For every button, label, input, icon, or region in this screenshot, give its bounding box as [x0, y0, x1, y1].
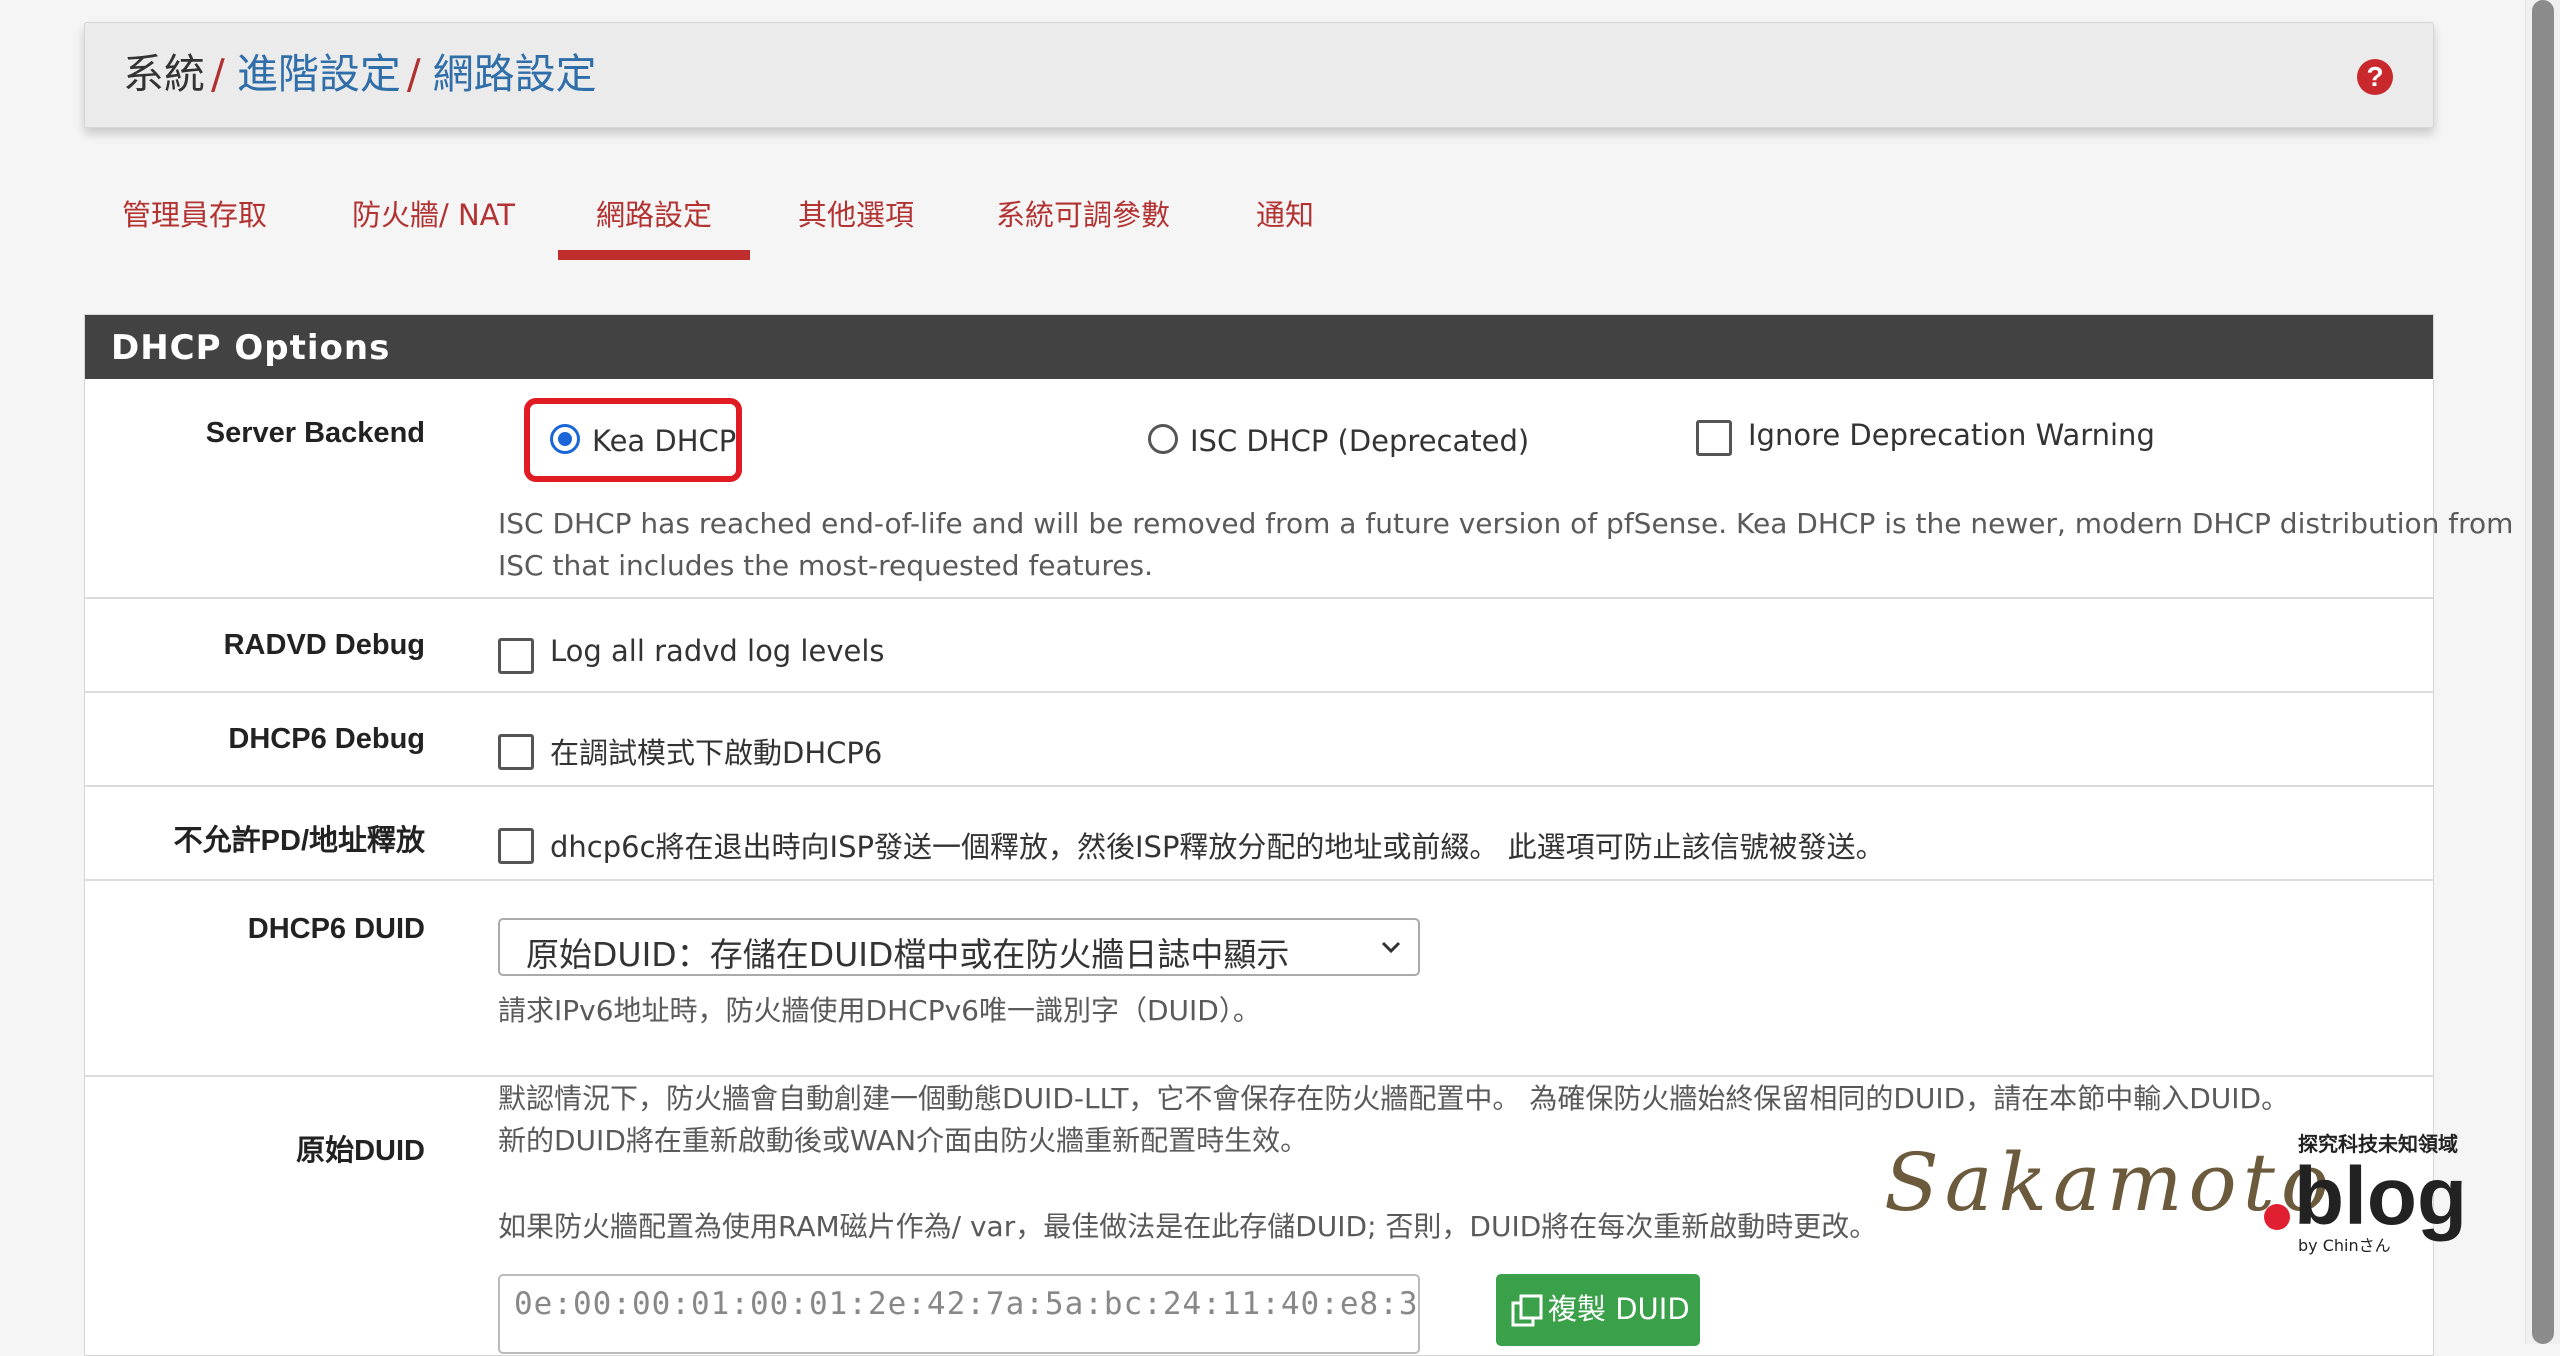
row-dhcp6-debug: DHCP6 Debug — [85, 691, 2433, 787]
radvd-debug-checkbox[interactable] — [498, 638, 534, 674]
dhcp6-debug-checkbox[interactable] — [498, 734, 534, 770]
server-backend-help-1: ISC DHCP has reached end-of-life and wil… — [498, 507, 2514, 540]
duid-help-2: 默認情況下，防火牆會自動創建一個動態DUID-LLT，它不會保存在防火牆配置中。… — [498, 1082, 2290, 1115]
panel-title: DHCP Options — [85, 315, 2433, 379]
no-release-option: dhcp6c將在退出時向ISP發送一個釋放，然後ISP釋放分配的地址或前綴。 此… — [550, 830, 1885, 864]
tab-networking[interactable]: 網路設定 — [558, 180, 751, 260]
dhcp6-debug-option: 在調試模式下啟動DHCP6 — [550, 736, 883, 770]
breadcrumb-networking[interactable]: 網路設定 — [433, 50, 597, 98]
breadcrumb: 系統 / 進階設定 / 網路設定 — [123, 47, 597, 101]
watermark-logo: Sakamoto 探究科技未知領域 blog by Chinさん — [1884, 1132, 2468, 1256]
tab-notifications[interactable]: 通知 — [1218, 180, 1352, 250]
row-dhcp6-duid: DHCP6 DUID — [85, 879, 2433, 1077]
row-server-backend: Server Backend — [85, 381, 2433, 599]
ignore-warning-checkbox[interactable] — [1696, 420, 1732, 456]
isc-dhcp-label: ISC DHCP (Deprecated) — [1190, 424, 1530, 458]
help-icon[interactable]: ? — [2357, 59, 2393, 95]
highlight-annotation — [524, 398, 742, 482]
tab-miscellaneous[interactable]: 其他選項 — [760, 180, 952, 250]
raw-duid-label: 原始DUID — [296, 1135, 425, 1167]
tab-admin-access[interactable]: 管理員存取 — [84, 180, 305, 250]
watermark-dot — [2264, 1204, 2290, 1230]
breadcrumb-separator: / — [406, 50, 421, 98]
breadcrumb-panel: 系統 / 進階設定 / 網路設定 ? — [84, 22, 2434, 128]
no-release-label: 不允許PD/地址釋放 — [173, 825, 425, 857]
duid-help-1: 請求IPv6地址時，防火牆使用DHCPv6唯一識別字（DUID）。 — [498, 994, 1261, 1027]
dhcp6-debug-label: DHCP6 Debug — [228, 723, 425, 755]
copy-icon — [1511, 1294, 1543, 1327]
server-backend-label: Server Backend — [205, 417, 425, 449]
breadcrumb-separator: / — [211, 50, 225, 98]
dhcp6-duid-label: DHCP6 DUID — [247, 913, 425, 945]
scrollbar-thumb[interactable] — [2532, 0, 2554, 1344]
radvd-debug-label: RADVD Debug — [223, 629, 425, 661]
isc-dhcp-radio[interactable] — [1148, 424, 1178, 454]
duid-help-3: 新的DUID將在重新啟動後或WAN介面由防火牆重新配置時生效。 — [498, 1124, 1309, 1157]
chevron-down-icon — [1381, 941, 1401, 954]
watermark-by: by Chinさん — [2298, 1236, 2391, 1255]
breadcrumb-root: 系統 — [123, 50, 205, 98]
radvd-debug-option: Log all radvd log levels — [550, 634, 885, 668]
watermark-brand: blog — [2294, 1151, 2468, 1242]
raw-duid-field[interactable]: 0e:00:00:01:00:01:2e:42:7a:5a:bc:24:11:4… — [498, 1274, 1420, 1354]
raw-duid-placeholder: 0e:00:00:01:00:01:2e:42:7a:5a:bc:24:11:4… — [514, 1286, 1419, 1322]
breadcrumb-advanced[interactable]: 進階設定 — [237, 50, 401, 98]
server-backend-help-2: ISC that includes the most-requested fea… — [498, 549, 1154, 582]
duid-type-selected: 原始DUID：存儲在DUID檔中或在防火牆日誌中顯示 — [526, 935, 1290, 974]
ignore-warning-label: Ignore Deprecation Warning — [1748, 418, 2155, 452]
no-release-checkbox[interactable] — [498, 828, 534, 864]
copy-duid-label: 複製 DUID — [1548, 1292, 1690, 1326]
row-radvd-debug: RADVD Debug — [85, 597, 2433, 693]
copy-duid-button[interactable]: 複製 DUID — [1496, 1274, 1700, 1346]
scrollbar[interactable] — [2525, 0, 2560, 1344]
tab-firewall-nat[interactable]: 防火牆/ NAT — [314, 180, 553, 250]
tab-system-tunables[interactable]: 系統可調參數 — [958, 180, 1208, 250]
duid-type-select[interactable]: 原始DUID：存儲在DUID檔中或在防火牆日誌中顯示 — [498, 918, 1420, 976]
duid-help-4: 如果防火牆配置為使用RAM磁片作為/ var，最佳做法是在此存儲DUID; 否則… — [498, 1210, 1878, 1243]
